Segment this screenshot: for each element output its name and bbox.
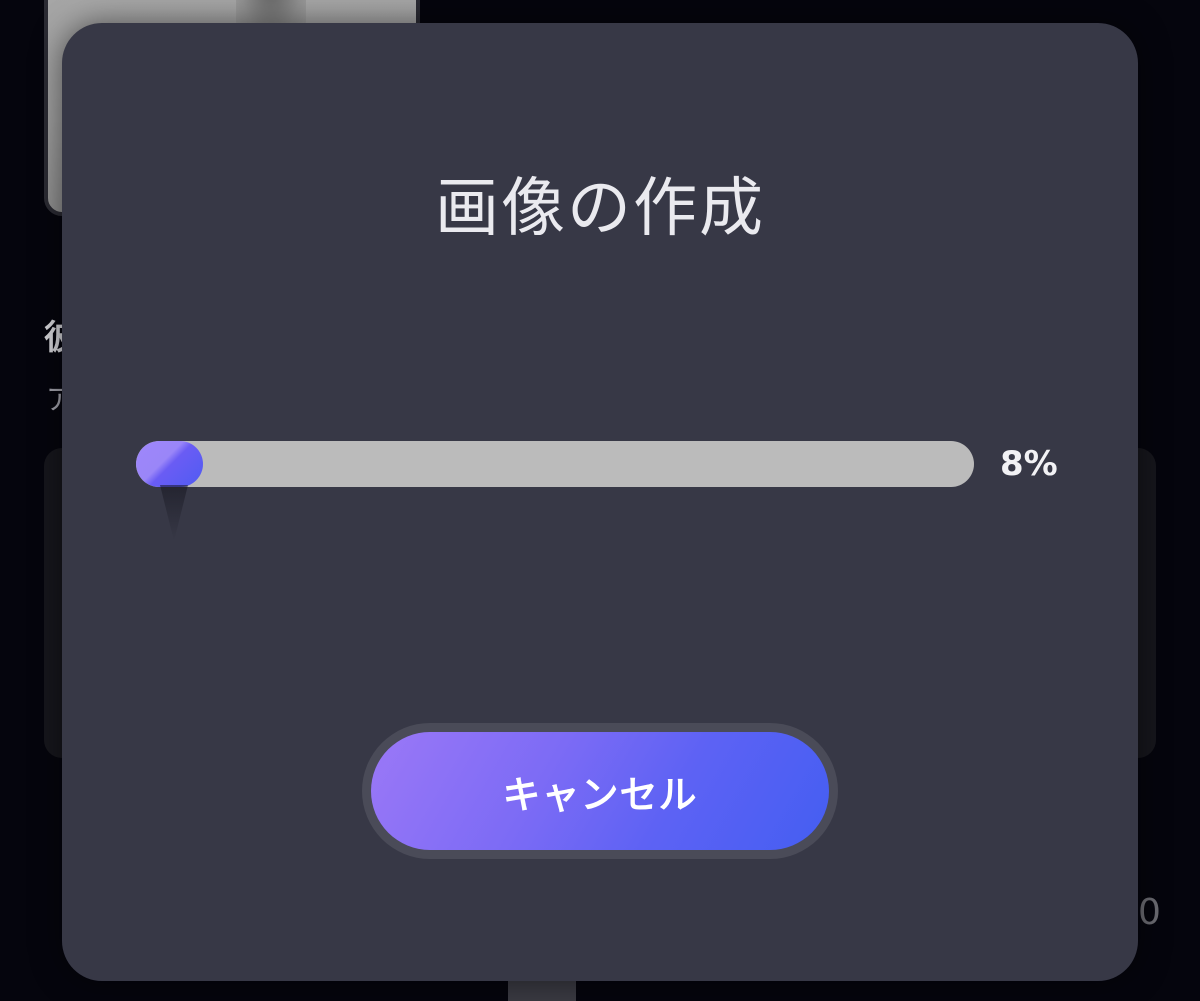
background-count-fragment: 0: [1138, 892, 1161, 933]
progress-indicator-shadow: [160, 485, 188, 541]
progress-bar: [136, 441, 974, 487]
progress-bar-fill: [136, 441, 204, 487]
dialog-title: 画像の作成: [435, 172, 765, 246]
screen: 彼 ア 0 画像の作成 8% キャンセル: [0, 0, 1200, 1001]
create-image-dialog: 画像の作成 8% キャンセル: [62, 23, 1138, 981]
progress-percent-label: 8%: [1000, 444, 1058, 484]
cancel-button[interactable]: キャンセル: [371, 732, 829, 850]
